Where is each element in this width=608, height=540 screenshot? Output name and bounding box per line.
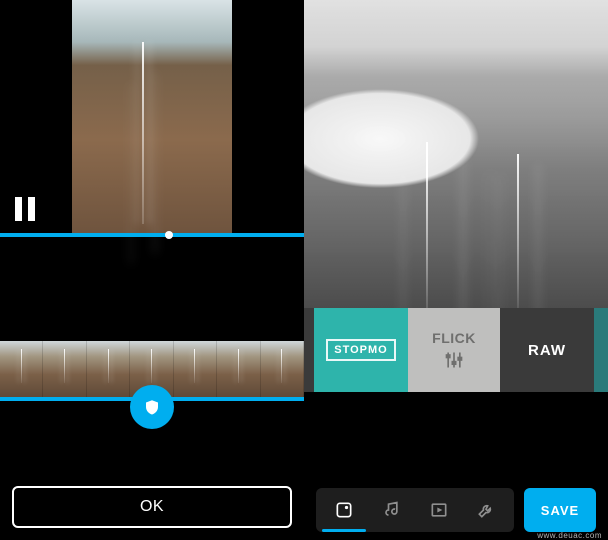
filter-next-peek[interactable] — [594, 308, 608, 392]
pause-icon — [28, 197, 35, 221]
music-icon — [381, 500, 401, 520]
save-label: SAVE — [541, 503, 579, 518]
save-button[interactable]: SAVE — [524, 488, 596, 532]
filmstrip-thumb[interactable] — [261, 341, 304, 397]
stopmo-label: STOPMO — [326, 339, 395, 361]
filter-screen: STOPMO FLICK RAW — [304, 0, 608, 540]
pause-icon — [15, 197, 22, 221]
nav-tools[interactable] — [469, 493, 503, 527]
sliders-icon — [444, 350, 464, 370]
ok-button[interactable]: OK — [12, 486, 292, 528]
sparkle-icon — [334, 500, 354, 520]
video-preview-area — [0, 0, 304, 245]
filmstrip-thumb[interactable] — [174, 341, 217, 397]
split-button[interactable] — [130, 385, 174, 429]
filmstrip-thumb[interactable] — [87, 341, 130, 397]
filter-carousel[interactable]: STOPMO FLICK RAW — [304, 308, 608, 392]
play-frame-icon — [429, 500, 449, 520]
video-trim-screen: OK — [0, 0, 304, 540]
watermark: www.deuac.com — [537, 531, 602, 540]
nav-active-indicator — [322, 529, 366, 532]
bottom-bar: SAVE — [304, 488, 608, 532]
filmstrip-thumb[interactable] — [0, 341, 43, 397]
nav-music[interactable] — [374, 493, 408, 527]
spacer — [304, 392, 608, 488]
nav-group — [316, 488, 514, 532]
flick-label: FLICK — [432, 330, 476, 346]
filmstrip-area — [0, 341, 304, 401]
ok-label: OK — [140, 498, 164, 516]
nav-format[interactable] — [422, 493, 456, 527]
wrench-icon — [476, 500, 496, 520]
preview-image — [304, 0, 608, 308]
filter-stopmo[interactable]: STOPMO — [314, 308, 408, 392]
ok-area: OK — [0, 486, 304, 528]
filter-flick[interactable]: FLICK — [408, 308, 500, 392]
nav-effects[interactable] — [327, 493, 361, 527]
raw-label: RAW — [528, 342, 566, 359]
pause-button[interactable] — [10, 195, 40, 223]
filter-preview[interactable] — [304, 0, 608, 308]
filter-raw[interactable]: RAW — [500, 308, 594, 392]
shield-down-icon — [143, 397, 161, 417]
filmstrip-thumb[interactable] — [43, 341, 86, 397]
filter-prev-peek[interactable] — [304, 308, 314, 392]
filmstrip-thumb[interactable] — [217, 341, 260, 397]
video-frame[interactable] — [72, 0, 232, 233]
playback-timeline[interactable] — [0, 233, 304, 237]
